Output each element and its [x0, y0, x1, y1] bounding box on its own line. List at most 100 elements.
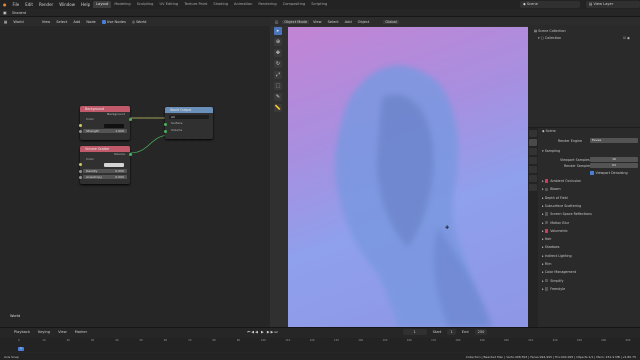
blender-logo-icon[interactable]: ● [0, 2, 10, 7]
view-layer-tab-icon[interactable] [529, 157, 537, 164]
panel-checkbox[interactable] [544, 212, 549, 216]
playback-controls[interactable]: ⏮◀◀ ▶ ▶▶⏭ [245, 330, 281, 334]
menu-file[interactable]: File [10, 2, 23, 7]
cursor-icon[interactable]: ⊕ [274, 38, 282, 46]
world-output-target-dropdown[interactable]: All [169, 115, 209, 119]
move-icon[interactable]: ✥ [274, 49, 282, 57]
menu-view[interactable]: View [56, 330, 69, 334]
scene-field[interactable]: ◆ Scene [520, 1, 580, 8]
volume-output-socket[interactable] [128, 153, 132, 156]
panel-film[interactable]: ▸ Film [542, 262, 551, 266]
render-tab-icon[interactable] [529, 139, 537, 146]
volume-color-swatch[interactable] [104, 163, 124, 167]
menu-select[interactable]: Select [326, 20, 341, 24]
panel-bloom[interactable]: ▸ Bloom [542, 187, 561, 191]
outliner[interactable]: ▤ Scene Collection ▾ ▢ Collection ☑ ◉ [528, 17, 640, 127]
panel-volumetric[interactable]: ▸ Volumetric [542, 229, 568, 233]
panel-freestyle[interactable]: ▸ Freestyle [542, 287, 565, 291]
transform-orientation-dropdown[interactable]: Global [383, 19, 399, 24]
panel-ambient-occlusion[interactable]: ▸ Ambient Occlusion [542, 179, 581, 183]
tab-modeling[interactable]: Modeling [111, 1, 133, 8]
outliner-collection[interactable]: ▾ ▢ Collection [538, 36, 561, 40]
playhead[interactable]: 1 [18, 347, 24, 351]
tool-tab-icon[interactable] [529, 130, 537, 137]
tab-texture-paint[interactable]: Texture Paint [181, 1, 210, 8]
panel-simplify[interactable]: ▸ Simplify [542, 279, 563, 283]
timeline[interactable]: Playback Keying View Marker ⏮◀◀ ▶ ▶▶⏭ 1 … [0, 327, 640, 353]
panel-checkbox[interactable] [544, 220, 549, 225]
menu-window[interactable]: Window [56, 2, 78, 7]
world-tab-icon[interactable] [529, 175, 537, 182]
volume-scatter-node[interactable]: Volume Scatter Volume Color Density 0.000… [78, 146, 132, 184]
panel-checkbox[interactable] [544, 287, 549, 291]
menu-marker[interactable]: Marker [73, 330, 89, 334]
scale-icon[interactable]: ⤢ [274, 71, 282, 79]
panel-checkbox[interactable] [544, 278, 549, 283]
select-box-icon[interactable]: ▸ [274, 27, 282, 35]
tab-compositing[interactable]: Compositing [280, 1, 309, 8]
panel-checkbox[interactable] [544, 179, 549, 183]
viewport-denoising-toggle[interactable]: Viewport Denoising [590, 171, 628, 175]
panel-checkbox[interactable] [544, 229, 549, 233]
tab-uv-editing[interactable]: UV Editing [156, 1, 181, 8]
volume-color-socket[interactable] [78, 163, 82, 166]
viewport-samples-field[interactable]: 16 [590, 157, 638, 162]
menu-render[interactable]: Render [36, 2, 56, 7]
render-samples-field[interactable]: 64 [590, 163, 638, 168]
annotate-icon[interactable]: ✎ [274, 93, 282, 101]
panel-hair[interactable]: ▸ Hair [542, 237, 551, 241]
menu-playback[interactable]: Playback [12, 330, 32, 334]
panel-indirect-lighting[interactable]: ▸ Indirect Lighting [542, 254, 572, 258]
timeline-ruler[interactable]: 0 10 20 30 40 50 60 70 80 90 100 110 120 130 140 150 160… [0, 338, 640, 352]
current-frame-field[interactable]: 1 [402, 329, 427, 335]
tab-sculpting[interactable]: Sculpting [134, 1, 157, 8]
mode-dropdown[interactable]: Object Mode [282, 19, 310, 24]
panel-color-management[interactable]: ▸ Color Management [542, 270, 576, 274]
menu-view[interactable]: View [311, 20, 324, 24]
tab-rendering[interactable]: Rendering [255, 1, 279, 8]
tab-layout[interactable]: Layout [93, 1, 112, 8]
volume-anisotropy-field[interactable]: Anisotropy 0.000 [83, 175, 127, 179]
scene-tab-icon[interactable] [529, 166, 537, 173]
object-tab-icon[interactable] [529, 184, 537, 191]
view-layer-field[interactable]: ▤ View Layer [586, 1, 640, 8]
panel-depth-of-field[interactable]: ▸ Depth of Field [542, 196, 568, 200]
volume-density-socket[interactable] [78, 169, 82, 173]
measure-icon[interactable]: 📏 [274, 104, 282, 112]
rendered-scene[interactable]: ✚ [288, 27, 528, 327]
editor-type-icon[interactable]: ▣ [3, 10, 7, 15]
menu-object[interactable]: Object [356, 20, 372, 24]
world-surface-socket[interactable] [163, 123, 167, 126]
panel-checkbox[interactable] [544, 187, 549, 192]
outliner-scene-collection[interactable]: ▤ Scene Collection [534, 29, 566, 33]
menu-help[interactable]: Help [78, 2, 93, 7]
visibility-icons[interactable]: ☑ ◉ [623, 36, 630, 40]
rotate-icon[interactable]: ↻ [274, 60, 282, 68]
world-volume-socket[interactable] [163, 130, 167, 133]
start-frame-field[interactable]: 1 [447, 329, 456, 335]
menu-keying[interactable]: Keying [36, 330, 52, 334]
3d-viewport[interactable]: ◰ Object Mode View Select Add Object Glo… [270, 17, 528, 327]
background-strength-field[interactable]: Strength 1.000 [83, 129, 127, 133]
menu-edit[interactable]: Edit [22, 2, 36, 7]
panel-subsurface-scattering[interactable]: ▸ Subsurface Scattering [542, 204, 581, 208]
menu-add[interactable]: Add [343, 20, 354, 24]
end-frame-field[interactable]: 250 [474, 329, 488, 335]
editor-menu-icon[interactable]: ◰ [273, 20, 280, 24]
output-tab-icon[interactable] [529, 148, 537, 155]
tab-animation[interactable]: Animation [231, 1, 255, 8]
properties-editor[interactable]: ◆ Scene Render Engine Eevee ▾ Sampling V… [528, 128, 640, 327]
panel-screen-space-reflections[interactable]: ▸ Screen Space Reflections [542, 212, 592, 216]
panel-motion-blur[interactable]: ▸ Motion Blur [542, 221, 569, 225]
tab-scripting[interactable]: Scripting [308, 1, 330, 8]
volume-density-field[interactable]: Density 0.000 [83, 169, 127, 173]
tab-shading[interactable]: Shading [210, 1, 231, 8]
world-output-node[interactable]: World Output All Surface Volume [163, 107, 213, 139]
node-editor[interactable]: ▦ World View Select Add Node Use Nodes ◎… [0, 17, 270, 327]
volume-anisotropy-socket[interactable] [78, 175, 82, 179]
sampling-panel-header[interactable]: ▾ Sampling [542, 149, 560, 153]
render-engine-dropdown[interactable]: Eevee [590, 138, 638, 143]
panel-shadows[interactable]: ▸ Shadows [542, 245, 559, 249]
denoising-checkbox[interactable] [590, 171, 594, 175]
transform-icon[interactable]: ⬚ [274, 82, 282, 90]
